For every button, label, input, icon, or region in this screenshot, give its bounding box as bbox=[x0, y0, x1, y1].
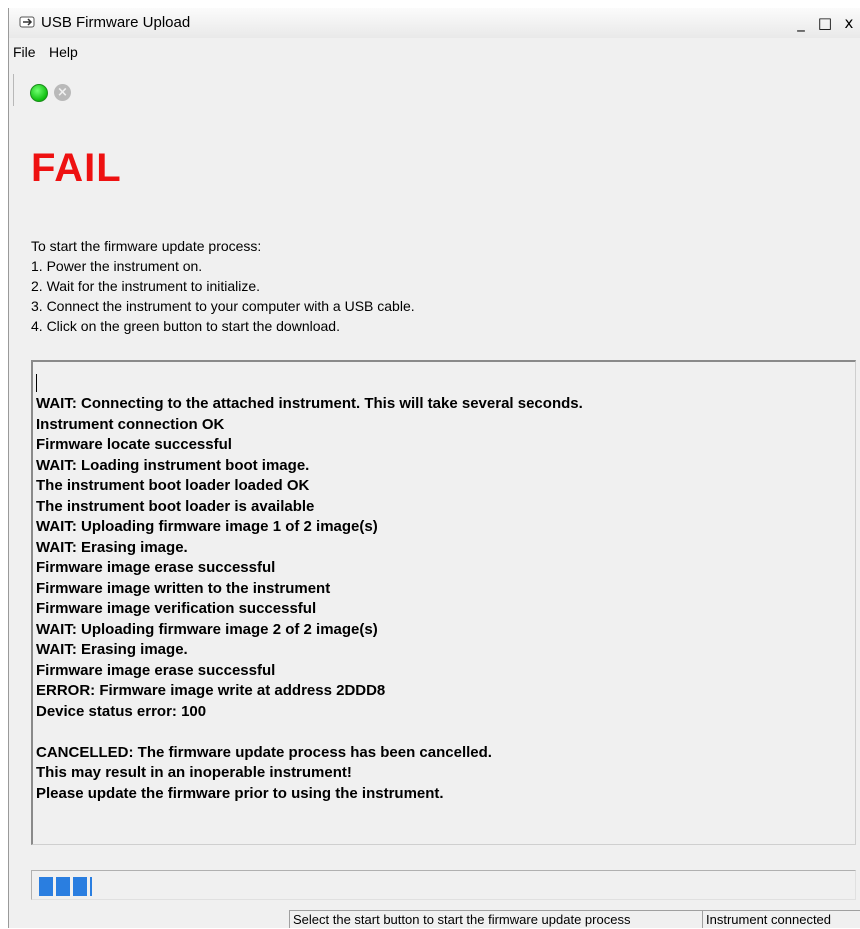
window-title: USB Firmware Upload bbox=[41, 14, 191, 31]
log-line: WAIT: Erasing image. bbox=[36, 641, 188, 658]
start-button[interactable] bbox=[30, 84, 48, 102]
progress-bar-fill bbox=[39, 877, 92, 896]
instructions: To start the firmware update process: 1.… bbox=[31, 236, 415, 336]
log-line: WAIT: Connecting to the attached instrum… bbox=[36, 395, 583, 412]
log-line: Please update the firmware prior to usin… bbox=[36, 784, 444, 802]
log-line: Firmware image erase successful bbox=[36, 661, 276, 679]
app-window: USB Firmware Upload _ □ x File Help × FA… bbox=[8, 8, 860, 928]
log-line: WAIT: Uploading firmware image 2 of 2 im… bbox=[36, 620, 378, 638]
instruction-line: To start the firmware update process: bbox=[31, 238, 262, 254]
log-line: The instrument boot loader is available bbox=[36, 497, 315, 515]
log-line: Instrument connection OK bbox=[36, 415, 225, 433]
log-line: Device status error: 100 bbox=[36, 702, 207, 720]
menu-help[interactable]: Help bbox=[49, 44, 78, 60]
instruction-line: 4. Click on the green button to start th… bbox=[31, 318, 340, 334]
log-line: ERROR: Firmware image write at address 2… bbox=[36, 682, 386, 699]
instruction-line: 2. Wait for the instrument to initialize… bbox=[31, 278, 261, 294]
stop-button[interactable]: × bbox=[54, 84, 71, 101]
log-line: Firmware image erase successful bbox=[36, 559, 276, 576]
log-line: Firmware image written to the instrument bbox=[36, 579, 331, 597]
progress-bar bbox=[31, 870, 856, 900]
log-line: WAIT: Erasing image. bbox=[36, 538, 188, 556]
log-line: Firmware locate successful bbox=[36, 436, 232, 453]
log-lines: WAIT: Connecting to the attached instrum… bbox=[36, 394, 583, 804]
status-message: Select the start button to start the fir… bbox=[289, 910, 702, 928]
log-line: WAIT: Loading instrument boot image. bbox=[36, 456, 310, 474]
result-status: FAIL bbox=[31, 146, 122, 190]
log-line: WAIT: Uploading firmware image 1 of 2 im… bbox=[36, 518, 378, 535]
close-button[interactable]: x bbox=[839, 14, 859, 33]
title-bar[interactable]: USB Firmware Upload _ □ x bbox=[9, 8, 860, 38]
log-line: CANCELLED: The firmware update process h… bbox=[36, 743, 492, 761]
log-line: The instrument boot loader loaded OK bbox=[36, 477, 310, 494]
instruction-line: 3. Connect the instrument to your comput… bbox=[31, 298, 415, 314]
menu-bar: File Help bbox=[9, 42, 860, 62]
log-line: This may result in an inoperable instrum… bbox=[36, 764, 352, 781]
connection-status: Instrument connected bbox=[702, 910, 860, 928]
toolbar: × bbox=[13, 74, 104, 106]
instruction-line: 1. Power the instrument on. bbox=[31, 258, 203, 274]
log-output[interactable]: WAIT: Connecting to the attached instrum… bbox=[31, 360, 856, 845]
status-bar: Select the start button to start the fir… bbox=[9, 910, 860, 928]
log-line: Firmware image verification successful bbox=[36, 600, 317, 617]
usb-app-icon bbox=[19, 16, 35, 28]
menu-file[interactable]: File bbox=[13, 44, 36, 60]
maximize-button[interactable]: □ bbox=[815, 14, 835, 33]
text-caret bbox=[36, 374, 37, 392]
minimize-button[interactable]: _ bbox=[791, 14, 811, 33]
